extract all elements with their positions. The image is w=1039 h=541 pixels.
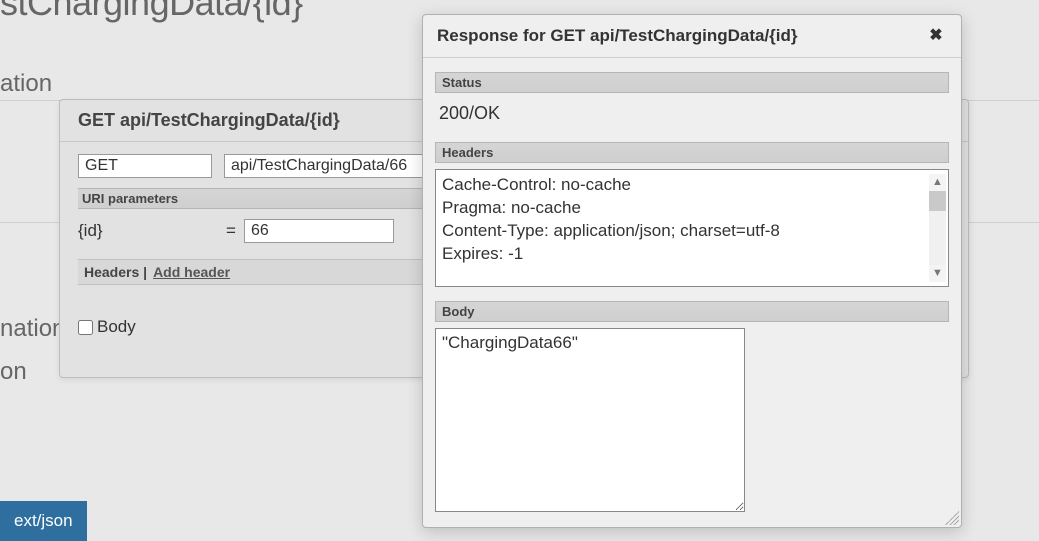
bg-text-2: nation: [0, 315, 65, 343]
response-body-textarea[interactable]: [435, 328, 745, 512]
scroll-track[interactable]: [929, 191, 946, 265]
body-label: Body: [97, 317, 136, 337]
headers-label: Headers |: [84, 264, 147, 280]
status-section-label: Status: [435, 72, 949, 93]
param-value-input[interactable]: [244, 219, 394, 243]
dialog-title: Response for GET api/TestChargingData/{i…: [437, 26, 798, 46]
page-title-cut: stChargingData/{id}: [0, 0, 303, 24]
scroll-down-icon[interactable]: ▼: [929, 265, 946, 282]
param-name: {id}: [78, 221, 218, 241]
close-icon[interactable]: ✖: [925, 25, 947, 47]
scrollbar[interactable]: ▲ ▼: [929, 174, 946, 282]
body-section-label: Body: [435, 301, 949, 322]
text-json-button[interactable]: ext/json: [0, 501, 87, 541]
response-dialog: Response for GET api/TestChargingData/{i…: [422, 14, 962, 528]
add-header-link[interactable]: Add header: [153, 264, 230, 280]
headers-section-label: Headers: [435, 142, 949, 163]
scroll-up-icon[interactable]: ▲: [929, 174, 946, 191]
body-checkbox[interactable]: [78, 320, 93, 335]
http-method-input[interactable]: [78, 154, 212, 178]
status-value: 200/OK: [435, 93, 949, 136]
bg-text-3: on: [0, 358, 27, 386]
dialog-titlebar[interactable]: Response for GET api/TestChargingData/{i…: [423, 15, 961, 58]
response-headers-text: Cache-Control: no-cache Pragma: no-cache…: [442, 175, 780, 263]
equals-sign: =: [226, 221, 236, 241]
scroll-thumb[interactable]: [929, 191, 946, 211]
response-headers-box[interactable]: Cache-Control: no-cache Pragma: no-cache…: [435, 169, 949, 287]
resize-handle[interactable]: [945, 511, 959, 525]
bg-text-1: ation: [0, 70, 52, 98]
